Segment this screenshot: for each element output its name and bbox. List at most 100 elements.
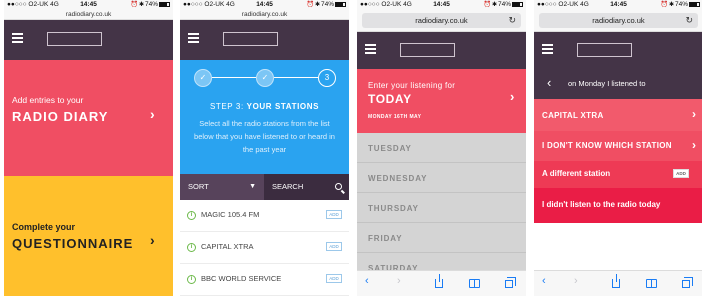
day-label: THURSDAY (368, 204, 419, 213)
phone-screen-select-station: ●●○○○ O2-UK 4G 14:45 ⏰✱74% radiodiary.co… (534, 0, 702, 296)
chevron-right-icon: › (510, 89, 515, 104)
tabs-icon[interactable] (682, 276, 693, 288)
app-header (180, 20, 349, 60)
forward-icon[interactable]: › (574, 275, 578, 287)
url-bar[interactable]: radiodiary.co.uk ↻ (539, 13, 698, 28)
browser-toolbar: ‹ › (357, 270, 526, 296)
info-icon[interactable]: i (187, 211, 196, 220)
search-input[interactable]: SEARCH (272, 174, 303, 200)
questionnaire-title: QUESTIONNAIRE (12, 236, 134, 251)
battery-indicator: ⏰✱74% (483, 0, 523, 10)
url-bar-container: radiodiary.co.uk ↻ (357, 10, 526, 32)
filter-bar: SORT ▼ SEARCH (180, 174, 349, 200)
menu-icon[interactable] (542, 44, 553, 54)
chevron-right-icon: › (150, 106, 155, 122)
back-icon[interactable]: ‹ (365, 275, 369, 287)
step-connector (212, 77, 256, 78)
app-header (357, 32, 526, 69)
day-row[interactable]: TUESDAY (357, 133, 526, 163)
today-card[interactable]: Enter your listening for TODAY MONDAY 16… (357, 69, 526, 133)
forward-icon[interactable]: › (397, 275, 401, 287)
step-progress: ✓ ✓ 3 (194, 69, 336, 87)
station-option-label: A different station (542, 169, 611, 178)
menu-icon[interactable] (365, 44, 376, 54)
station-option[interactable]: A different station ADD (534, 161, 702, 188)
status-bar: ●●○○○ O2-UK 4G 14:45 ⏰✱74% (4, 0, 173, 10)
status-bar: ●●○○○ O2-UK 4G 14:45 ⏰✱74% (180, 0, 349, 10)
station-row[interactable]: i MAGIC 105.4 FM ADD (180, 200, 349, 232)
menu-icon[interactable] (12, 33, 23, 43)
info-icon[interactable]: i (187, 275, 196, 284)
station-row[interactable]: i CAPITAL XTRA ADD (180, 232, 349, 264)
logo-placeholder (223, 32, 278, 46)
day-row[interactable]: FRIDAY (357, 223, 526, 253)
logo-placeholder (400, 43, 455, 57)
hero-title: RADIO DIARY (12, 109, 109, 124)
search-icon[interactable] (335, 183, 342, 190)
url-bar[interactable]: radiodiary.co.uk (4, 10, 173, 20)
bookmarks-icon[interactable] (469, 276, 480, 288)
questionnaire-card[interactable]: Complete your QUESTIONNAIRE › (4, 176, 173, 296)
phone-screen-stations: ●●○○○ O2-UK 4G 14:45 ⏰✱74% radiodiary.co… (180, 0, 349, 296)
url-bar[interactable]: radiodiary.co.uk (180, 10, 349, 20)
today-prompt: Enter your listening for (368, 81, 456, 90)
station-option[interactable]: I DON'T KNOW WHICH STATION › (534, 131, 702, 161)
step-description: Select all the radio stations from the l… (194, 119, 335, 154)
battery-icon (159, 1, 170, 7)
battery-icon (689, 1, 700, 7)
day-label: FRIDAY (368, 234, 403, 243)
battery-icon (512, 1, 523, 7)
radio-diary-card[interactable]: Add entries to your RADIO DIARY › (4, 60, 173, 176)
reload-icon[interactable]: ↻ (685, 13, 693, 28)
day-header: ‹ on Monday I listened to (534, 69, 702, 99)
info-icon[interactable]: i (187, 243, 196, 252)
station-option-label: I didn't listen to the radio today (542, 200, 661, 209)
bookmarks-icon[interactable] (646, 276, 657, 288)
battery-icon (335, 1, 346, 7)
day-label: TUESDAY (368, 144, 412, 153)
reload-icon[interactable]: ↻ (508, 13, 516, 28)
logo-placeholder (47, 32, 102, 46)
hero-subtitle: Add entries to your (12, 95, 84, 105)
day-row[interactable]: THURSDAY (357, 193, 526, 223)
tabs-icon[interactable] (505, 276, 516, 288)
add-button[interactable]: ADD (326, 210, 342, 219)
logo-placeholder (577, 43, 632, 57)
station-row[interactable]: i BBC WORLD SERVICE ADD (180, 264, 349, 296)
url-bar[interactable]: radiodiary.co.uk ↻ (362, 13, 521, 28)
browser-toolbar: ‹ › (534, 270, 702, 296)
menu-icon[interactable] (188, 33, 199, 43)
add-button[interactable]: ADD (673, 169, 689, 178)
station-option[interactable]: CAPITAL XTRA › (534, 99, 702, 131)
station-option-label: CAPITAL XTRA (542, 111, 604, 120)
sort-dropdown[interactable]: SORT ▼ (180, 174, 264, 200)
back-icon[interactable]: ‹ (542, 275, 546, 287)
station-option[interactable]: I didn't listen to the radio today (534, 188, 702, 223)
share-icon[interactable] (435, 274, 443, 288)
url-text: radiodiary.co.uk (415, 16, 468, 25)
chevron-left-icon[interactable]: ‹ (547, 75, 551, 90)
day-label: WEDNESDAY (368, 174, 428, 183)
step-3-current: 3 (318, 69, 336, 87)
today-title: TODAY (368, 92, 412, 106)
step-panel: ✓ ✓ 3 STEP 3: YOUR STATIONS Select all t… (180, 60, 349, 174)
share-icon[interactable] (612, 274, 620, 288)
step-2-check-icon: ✓ (256, 69, 274, 87)
chevron-right-icon: › (150, 232, 155, 248)
app-header (4, 20, 173, 60)
step-title: STEP 3: YOUR STATIONS (209, 102, 320, 111)
add-button[interactable]: ADD (326, 242, 342, 251)
app-header (534, 32, 702, 69)
today-date: MONDAY 16TH MAY (368, 114, 422, 120)
station-name: MAGIC 105.4 FM (201, 210, 260, 219)
day-row[interactable]: WEDNESDAY (357, 163, 526, 193)
step-1-check-icon: ✓ (194, 69, 212, 87)
battery-indicator: ⏰✱74% (660, 0, 700, 10)
chevron-right-icon: › (692, 138, 696, 152)
battery-indicator: ⏰✱74% (130, 0, 170, 10)
url-bar-container: radiodiary.co.uk ↻ (534, 10, 702, 32)
station-name: BBC WORLD SERVICE (201, 274, 282, 283)
chevron-right-icon: › (692, 107, 696, 121)
sort-label: SORT (188, 182, 209, 191)
add-button[interactable]: ADD (326, 274, 342, 283)
